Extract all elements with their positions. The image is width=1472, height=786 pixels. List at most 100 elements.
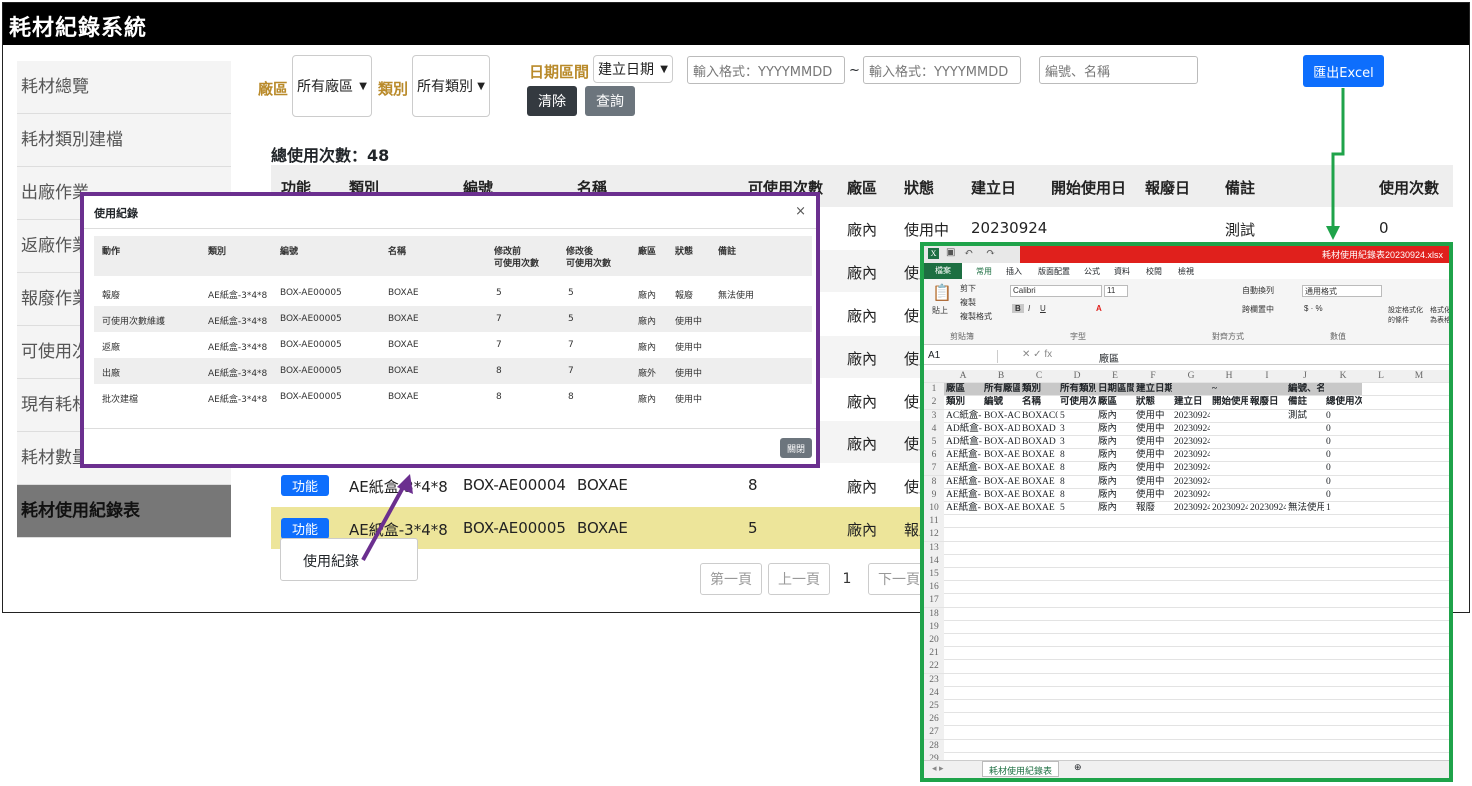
tab-file[interactable]: 檔案 [924, 263, 962, 279]
row-number[interactable]: 9 [924, 488, 944, 502]
tab-home[interactable]: 常用 [976, 266, 992, 277]
column-header[interactable]: F [1134, 370, 1172, 383]
cell[interactable]: 20230924 [1174, 436, 1210, 449]
close-icon[interactable]: × [795, 204, 806, 219]
column-header[interactable]: C [1020, 370, 1058, 383]
column-header[interactable]: I [1248, 370, 1286, 383]
tab-view[interactable]: 檢視 [1178, 266, 1194, 277]
cell[interactable]: 0 [1326, 476, 1362, 489]
row-number[interactable]: 19 [924, 620, 944, 634]
cell[interactable]: 報廢日 [1250, 396, 1286, 409]
cell[interactable]: 狀態 [1136, 396, 1172, 409]
cell[interactable]: 廠內 [1098, 423, 1134, 436]
cell[interactable]: 測試 [1288, 410, 1324, 423]
cell[interactable]: AD紙盒- [946, 423, 982, 436]
paste-icon[interactable]: 📋 [932, 283, 952, 303]
cell[interactable]: 使用中 [1136, 476, 1172, 489]
cell[interactable]: BOXAE [1022, 489, 1058, 502]
column-header[interactable]: G [1172, 370, 1210, 383]
export-excel-button[interactable]: 匯出Excel [1303, 55, 1384, 87]
cell[interactable]: BOX-AE [984, 449, 1020, 462]
search-input[interactable]: 編號、名稱 [1039, 56, 1198, 84]
column-header[interactable]: H [1210, 370, 1248, 383]
row-number[interactable]: 15 [924, 568, 944, 581]
row-number[interactable]: 18 [924, 607, 944, 621]
cell[interactable]: BOXAE [1022, 462, 1058, 475]
row-number[interactable]: 3 [924, 409, 944, 423]
tab-data[interactable]: 資料 [1114, 266, 1130, 277]
cell[interactable]: 報廢 [1136, 502, 1172, 515]
cell[interactable]: 總使用次數 [1326, 396, 1362, 409]
cell[interactable]: 類別 [946, 396, 982, 409]
cell[interactable]: BOX-AD [984, 436, 1020, 449]
cell[interactable]: 0 [1326, 423, 1362, 436]
date-to-input[interactable]: 輸入格式：YYYYMMDD [863, 56, 1021, 84]
font-color-icon[interactable]: A [1096, 304, 1102, 313]
row-number[interactable]: 24 [924, 686, 944, 700]
cell[interactable]: 20230924 [1174, 449, 1210, 462]
name-box[interactable]: A1 [928, 350, 998, 363]
tab-layout[interactable]: 版面配置 [1038, 266, 1070, 277]
font-size-select[interactable]: 11 [1104, 285, 1128, 297]
row-number[interactable]: 23 [924, 673, 944, 687]
column-header[interactable]: M [1400, 370, 1438, 383]
query-button[interactable]: 查詢 [585, 86, 635, 116]
cell[interactable]: 使用中 [1136, 489, 1172, 502]
row-number[interactable]: 5 [924, 436, 944, 449]
bold-icon[interactable]: B [1012, 304, 1024, 313]
cell[interactable]: 廠內 [1098, 476, 1134, 489]
cell[interactable]: 8 [1060, 476, 1096, 489]
cell[interactable]: 0 [1326, 489, 1362, 502]
redo-icon[interactable]: ↷ [986, 246, 995, 259]
row-number[interactable]: 7 [924, 462, 944, 476]
prev-page-button[interactable]: 上一頁 [768, 563, 830, 595]
cell[interactable]: 0 [1326, 410, 1362, 423]
column-header[interactable]: D [1058, 370, 1096, 383]
cell[interactable]: 編號 [984, 396, 1020, 409]
row-number[interactable]: 8 [924, 475, 944, 489]
cell[interactable]: 20230924 [1174, 489, 1210, 502]
cell[interactable]: BOXAD [1022, 423, 1058, 436]
cell[interactable]: 使用中 [1136, 462, 1172, 475]
cell[interactable]: 8 [1060, 449, 1096, 462]
column-header[interactable]: A [944, 370, 982, 383]
cell[interactable]: BOX-AD [984, 423, 1020, 436]
add-sheet-icon[interactable]: ⊕ [1074, 762, 1082, 773]
cell[interactable]: AE紙盒- [946, 476, 982, 489]
cell[interactable]: 使用中 [1136, 449, 1172, 462]
cell[interactable]: 日期區間 [1098, 383, 1134, 396]
cell[interactable]: AE紙盒- [946, 489, 982, 502]
cell[interactable]: 廠內 [1098, 462, 1134, 475]
first-page-button[interactable]: 第一頁 [700, 563, 762, 595]
cell[interactable]: AE紙盒- [946, 502, 982, 515]
column-header[interactable]: E [1096, 370, 1134, 383]
row-number[interactable]: 6 [924, 449, 944, 463]
cell[interactable]: 廠內 [1098, 436, 1134, 449]
cell[interactable]: 20230924 [1174, 502, 1210, 515]
row-number[interactable]: 10 [924, 502, 944, 515]
cell[interactable]: 廠內 [1098, 449, 1134, 462]
cell[interactable]: 5 [1060, 502, 1096, 515]
cell[interactable]: 廠內 [1098, 502, 1134, 515]
cell[interactable]: 20230924 [1174, 476, 1210, 489]
cell[interactable]: 20230924 [1174, 462, 1210, 475]
currency-icon[interactable]: $ · % [1304, 304, 1323, 313]
cell[interactable]: BOX-AE [984, 489, 1020, 502]
function-button[interactable]: 功能 [281, 518, 329, 539]
sheet-tab-active[interactable]: 耗材使用紀錄表 [982, 761, 1060, 777]
cell[interactable]: 建立日 [1174, 396, 1210, 409]
cell[interactable]: 廠內 [1098, 489, 1134, 502]
cut-button[interactable]: 剪下 [960, 283, 976, 294]
sidebar-item-usage-report[interactable]: 耗材使用紀錄表 [17, 485, 231, 538]
cell[interactable]: BOXAE [1022, 502, 1058, 515]
row-number[interactable]: 4 [924, 422, 944, 436]
cell[interactable]: 開始使用 [1212, 396, 1248, 409]
cell[interactable]: 名稱 [1022, 396, 1058, 409]
row-number[interactable]: 12 [924, 528, 944, 542]
type-select[interactable]: 所有類別 ▼ [412, 55, 490, 117]
cell[interactable]: 0 [1326, 449, 1362, 462]
plant-select[interactable]: 所有廠區 ▼ [292, 55, 372, 117]
row-number[interactable]: 28 [924, 739, 944, 753]
cell[interactable]: BOXAD [1022, 436, 1058, 449]
row-number[interactable]: 25 [924, 700, 944, 713]
